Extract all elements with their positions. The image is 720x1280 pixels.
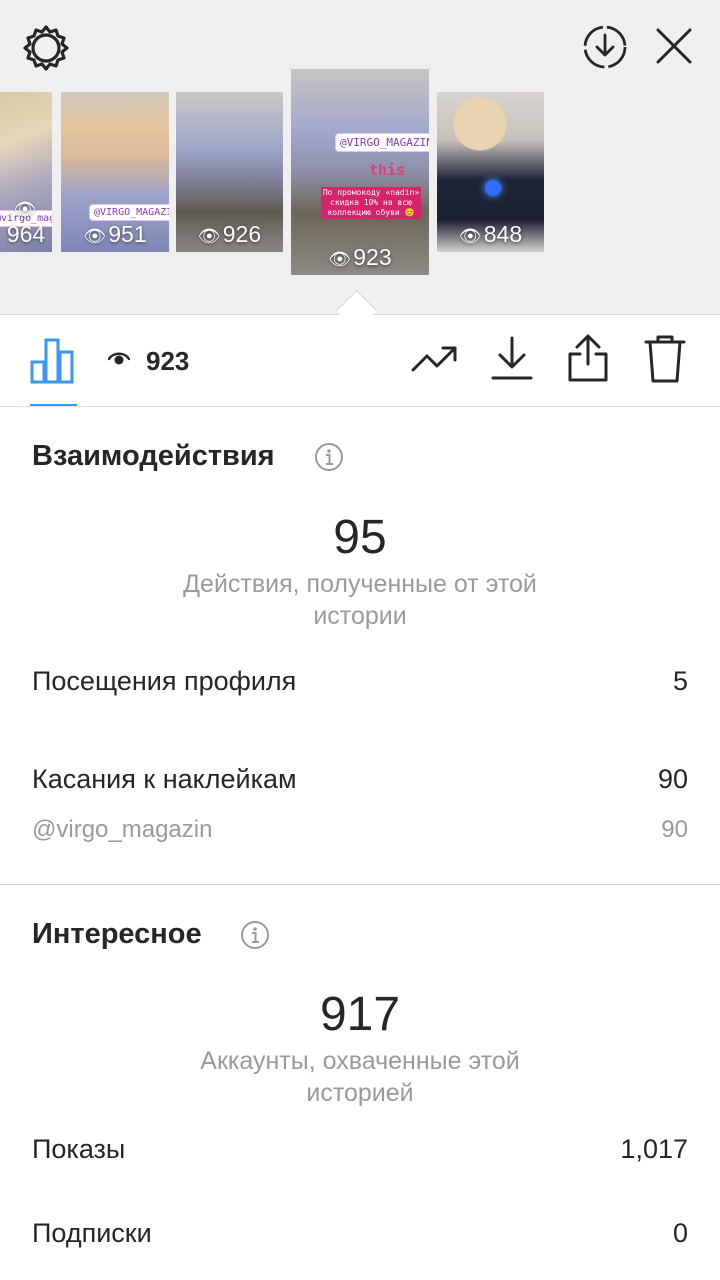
row-label-impressions: Показы [32,1134,126,1164]
eye-icon: 👁 [83,226,107,246]
mention-sticker: @VIRGO_MAGAZIN [89,204,169,221]
eye-icon: 👁 [197,226,221,246]
row-value-follows: 0 [672,1218,688,1248]
info-icon[interactable] [314,442,344,472]
story-overlay-text: this [369,161,406,179]
row-value-impressions: 1,017 [620,1134,688,1164]
story-thumbnail[interactable]: 👁926 [176,92,283,252]
thumbnail-views: 👁923 [328,244,392,270]
section-divider [0,884,720,885]
sticker-mention-label: @virgo_magazin [32,816,213,843]
share-icon[interactable] [566,332,610,384]
eye-icon: 👁 [328,249,352,269]
gear-icon[interactable] [20,22,72,74]
discovery-total: 917 [319,988,401,1041]
close-icon[interactable] [652,24,696,68]
eye-icon: 👁 [458,226,482,246]
story-thumbnail[interactable]: @VIRGO_MAGAZIN 👁951 [61,92,169,252]
row-label-follows: Подписки [32,1218,152,1248]
stories-strip: @virgo_magazin 👁964 @VIRGO_MAGAZIN 👁951 … [0,0,720,315]
mention-sticker: @VIRGO_MAGAZIN [335,133,429,152]
views-count: 923 [146,346,190,376]
trend-icon[interactable] [410,338,460,380]
trash-icon[interactable] [644,334,686,384]
story-thumbnail[interactable]: 👁848 [437,92,544,252]
section-title-discovery: Интересное [32,918,202,950]
bar-chart-icon[interactable] [30,334,76,384]
interactions-caption: Действия, полученные от этой истории [183,570,537,630]
info-icon[interactable] [240,920,270,950]
row-label-sticker-taps: Касания к наклейкам [32,764,297,794]
row-value-sticker-taps: 90 [657,764,688,794]
eye-icon: 👁 [13,199,37,219]
story-thumbnail[interactable]: @virgo_magazin 👁964 [0,92,52,252]
row-value-profile-visits: 5 [672,666,688,696]
sticker-mention-value: 90 [661,816,688,843]
row-label-profile-visits: Посещения профиля [32,666,297,696]
discovery-caption: Аккаунты, охваченные этой историей [200,1047,520,1107]
thumbnail-views: 👁848 [458,221,523,247]
promo-text: По промокоду «nadin» скидка 10% на всю к… [321,187,421,219]
toy-light [485,180,501,196]
active-tab-indicator [30,404,77,406]
thumbnail-views: 👁964 [6,199,46,247]
section-title-interactions: Взаимодействия [32,440,275,472]
insights-toolbar: 923 [0,314,720,407]
eye-icon [107,350,131,368]
story-thumbnail-selected[interactable]: @VIRGO_MAGAZIN this По промокоду «nadin»… [291,69,429,275]
download-circle-icon[interactable] [580,22,630,72]
download-icon[interactable] [490,334,534,382]
thumbnail-views: 👁951 [83,221,147,247]
thumbnail-views: 👁926 [197,221,262,247]
interactions-total: 95 [333,511,387,564]
